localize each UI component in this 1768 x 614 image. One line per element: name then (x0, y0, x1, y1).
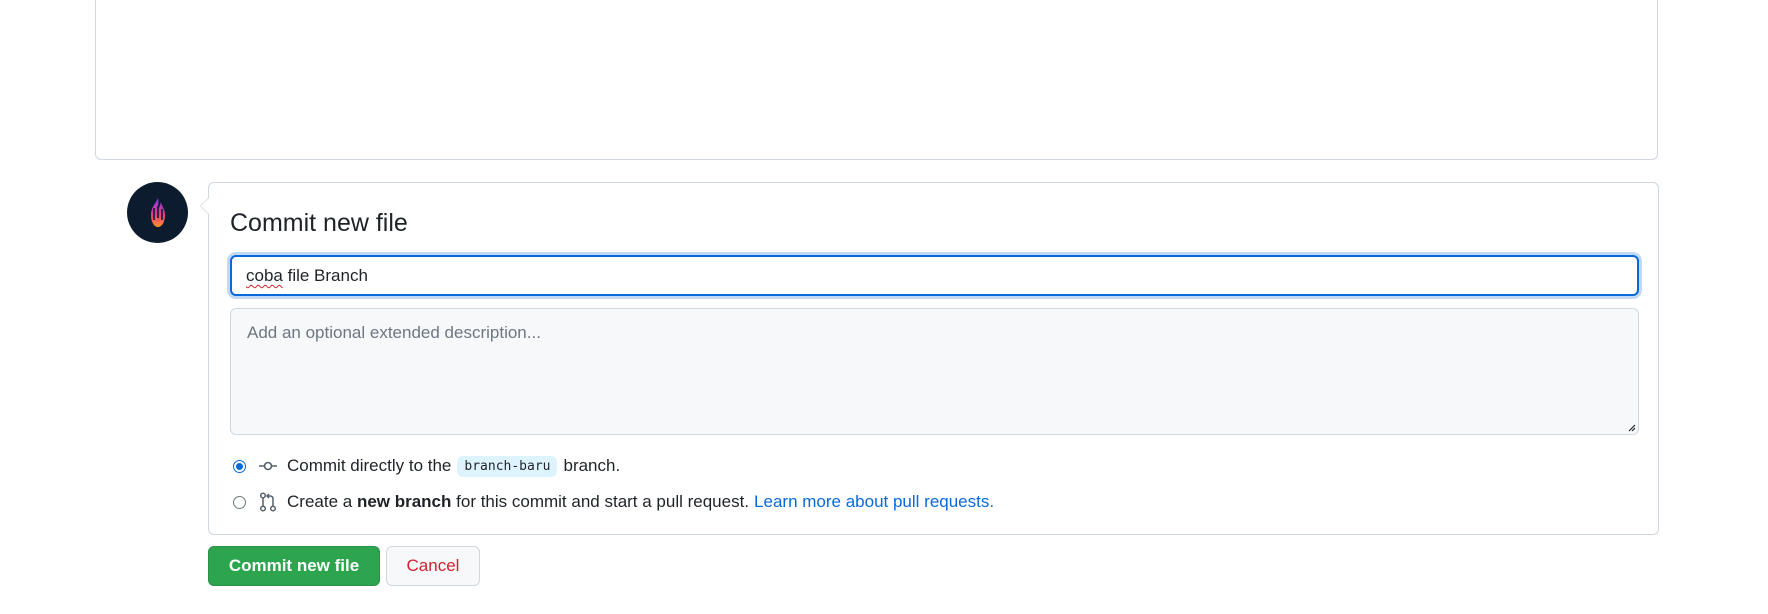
description-placeholder: Add an optional extended description... (247, 323, 541, 342)
option-direct-suffix: branch. (563, 456, 621, 475)
user-avatar[interactable] (127, 182, 188, 243)
commit-panel: Commit new file coba file Branch Add an … (200, 182, 1659, 535)
commit-description-textarea[interactable]: Add an optional extended description... (230, 308, 1639, 435)
git-pull-request-icon (258, 492, 278, 512)
option-new-branch[interactable]: Create a new branch for this commit and … (233, 489, 994, 515)
option-commit-direct[interactable]: Commit directly to the branch-baru branc… (233, 453, 620, 479)
option-direct-prefix: Commit directly to the (287, 456, 452, 475)
branch-name-tag: branch-baru (457, 455, 558, 477)
resize-handle-icon[interactable] (1626, 422, 1636, 432)
option-new-bold: new branch (356, 492, 452, 511)
commit-new-file-button[interactable]: Commit new file (208, 546, 380, 586)
radio-commit-direct[interactable] (233, 459, 246, 473)
file-editor-area[interactable] (95, 0, 1658, 160)
learn-more-link[interactable]: Learn more about pull requests. (754, 492, 994, 512)
git-commit-icon (258, 456, 278, 476)
commit-summary-input[interactable]: coba file Branch (230, 255, 1639, 296)
commit-title: Commit new file (230, 209, 408, 237)
summary-text: file Branch (282, 266, 368, 285)
cancel-button[interactable]: Cancel (386, 546, 480, 586)
option-new-suffix: for this commit and start a pull request… (456, 492, 750, 511)
radio-new-branch[interactable] (233, 495, 246, 509)
page: Commit new file coba file Branch Add an … (0, 0, 1768, 614)
flame-avatar-icon (150, 197, 165, 227)
misspelled-word: coba (246, 266, 283, 285)
option-new-prefix: Create a (287, 492, 353, 511)
